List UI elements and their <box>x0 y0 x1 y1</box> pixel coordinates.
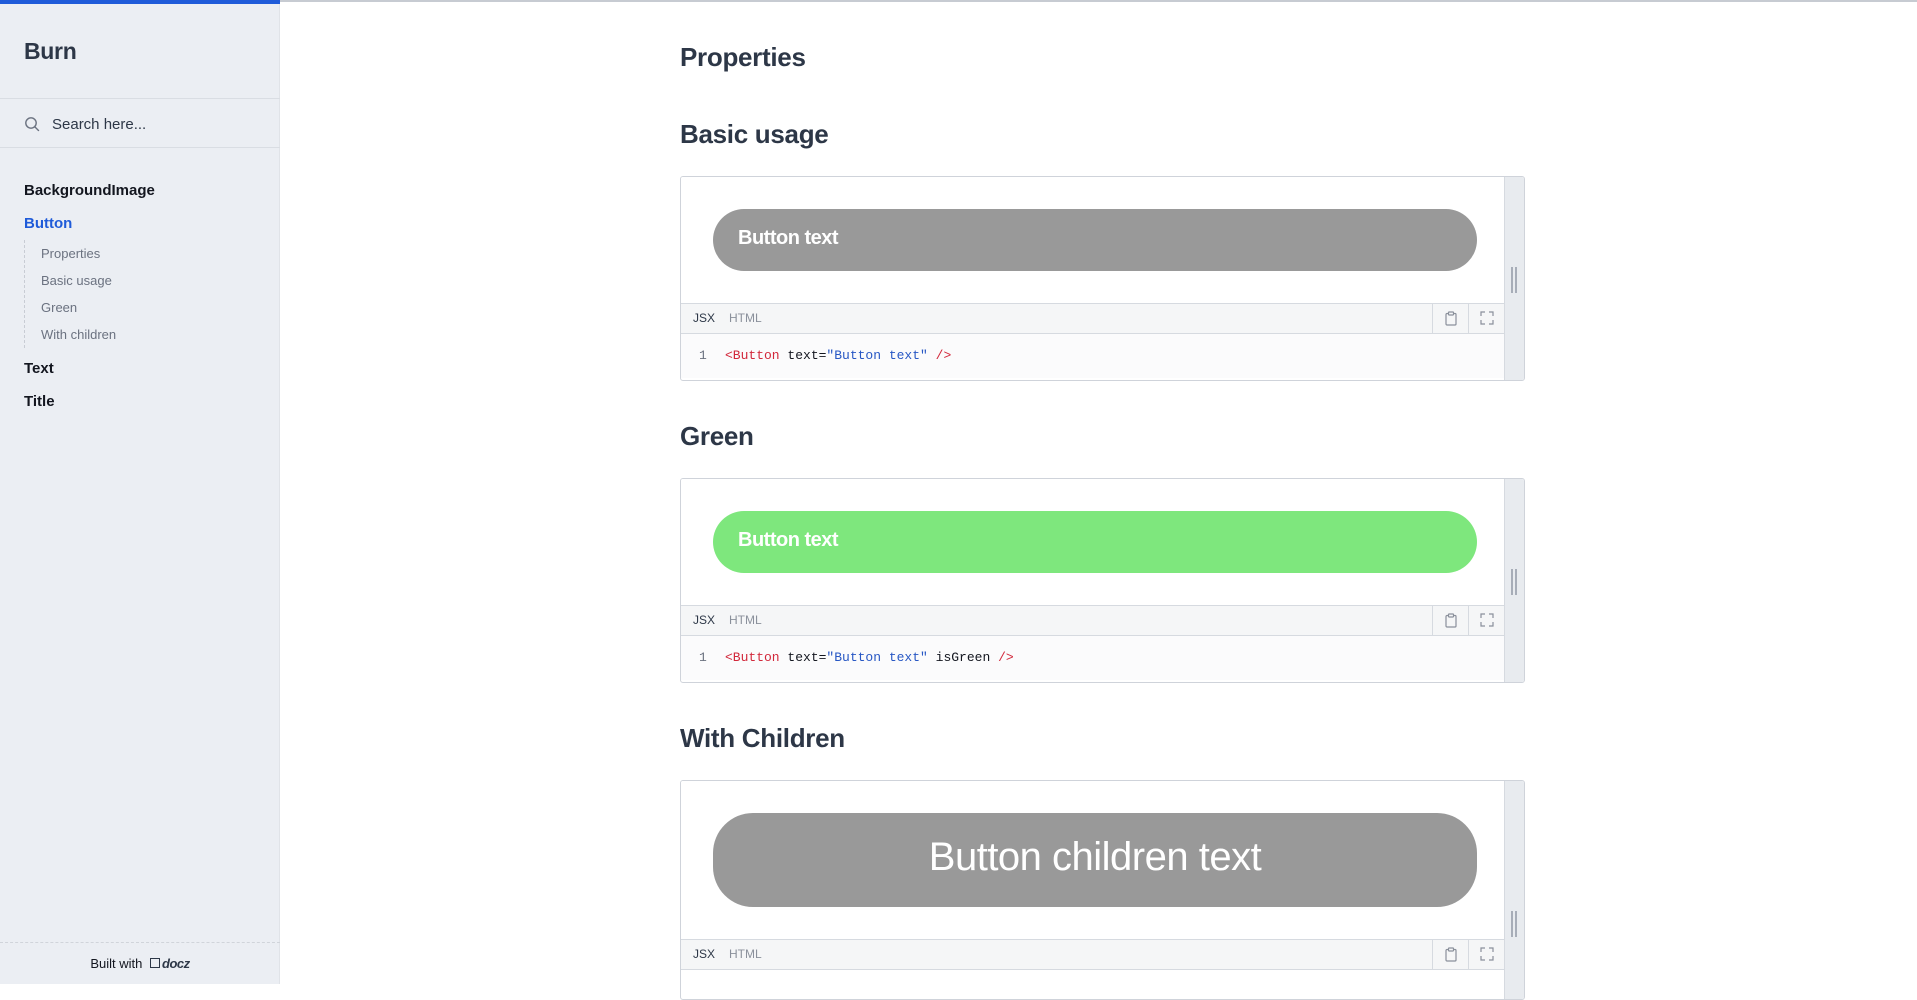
sidebar-footer: Built with docz <box>0 942 280 984</box>
sidebar-subitem-green[interactable]: Green <box>41 294 264 321</box>
copy-button[interactable] <box>1432 940 1468 969</box>
docz-logo-text: docz <box>162 956 190 971</box>
docz-logo-icon <box>150 958 161 968</box>
copy-button[interactable] <box>1432 304 1468 333</box>
tab-html[interactable]: HTML <box>729 311 762 325</box>
fullscreen-icon <box>1480 311 1494 325</box>
preview-area: Button children text <box>681 781 1504 939</box>
sidebar: Burn BackgroundImage Button Properties B… <box>0 4 280 984</box>
clipboard-icon <box>1445 311 1457 326</box>
page-title: Properties <box>680 42 806 72</box>
fullscreen-icon <box>1480 947 1494 961</box>
resize-handle[interactable] <box>1504 177 1524 380</box>
sidebar-subnav-button: Properties Basic usage Green With childr… <box>24 240 264 348</box>
code-token-close: /> <box>935 348 952 363</box>
section-heading-with-children: With Children <box>680 723 845 753</box>
sidebar-subitem-basic-usage[interactable]: Basic usage <box>41 267 264 294</box>
code-block: 1 <Button text="Button text" isGreen /> <box>681 636 1504 680</box>
playground-green: Button text JSX HTML 1 <Button text="But… <box>680 478 1525 683</box>
playground-with-children: Button children text JSX HTML <box>680 780 1525 1000</box>
sidebar-item-button[interactable]: Button <box>24 207 264 240</box>
resize-handle[interactable] <box>1504 781 1524 999</box>
sidebar-item-text[interactable]: Text <box>24 352 264 385</box>
tab-html[interactable]: HTML <box>729 947 762 961</box>
sidebar-subitem-with-children[interactable]: With children <box>41 321 264 348</box>
copy-button[interactable] <box>1432 606 1468 635</box>
code-token-string: "Button text" <box>826 650 928 665</box>
demo-button-grey[interactable]: Button text <box>713 209 1477 271</box>
docz-logo-link[interactable]: docz <box>150 943 190 985</box>
clipboard-icon <box>1445 613 1457 628</box>
code-line: <Button text="Button text" isGreen /> <box>725 636 1014 680</box>
grip-icon <box>1511 267 1518 293</box>
code-token-extra: isGreen <box>927 650 999 665</box>
section-heading-basic-usage: Basic usage <box>680 119 829 149</box>
code-tabbar: JSX HTML <box>681 939 1504 970</box>
code-token-tag: <Button <box>725 348 780 363</box>
code-token-attr: text= <box>779 348 827 363</box>
sidebar-nav: BackgroundImage Button Properties Basic … <box>24 174 264 418</box>
code-token-tag: <Button <box>725 650 780 665</box>
tab-jsx[interactable]: JSX <box>693 947 715 961</box>
preview-area: Button text <box>681 479 1504 605</box>
resize-handle[interactable] <box>1504 479 1524 682</box>
line-number: 1 <box>699 348 707 363</box>
preview-area: Button text <box>681 177 1504 303</box>
demo-button-children[interactable]: Button children text <box>713 813 1477 907</box>
fullscreen-button[interactable] <box>1468 606 1504 635</box>
code-line: <Button text="Button text" /> <box>725 334 951 378</box>
search-input[interactable] <box>52 112 262 136</box>
tab-jsx[interactable]: JSX <box>693 613 715 627</box>
grip-icon <box>1511 569 1518 595</box>
code-tabbar: JSX HTML <box>681 605 1504 636</box>
top-border <box>0 0 1917 2</box>
code-block: 1 <Button text="Button text" /> <box>681 334 1504 378</box>
code-tabbar: JSX HTML <box>681 303 1504 334</box>
search-box[interactable] <box>0 98 280 148</box>
code-token-close: /> <box>998 650 1014 665</box>
sidebar-item-backgroundimage[interactable]: BackgroundImage <box>24 174 264 207</box>
code-token-extra <box>928 348 936 363</box>
fullscreen-icon <box>1480 613 1494 627</box>
tab-jsx[interactable]: JSX <box>693 311 715 325</box>
demo-button-children-label: Button children text <box>928 835 1262 879</box>
demo-button-label: Button text <box>738 227 839 249</box>
code-token-attr: text= <box>779 650 827 665</box>
playground-basic-usage: Button text JSX HTML 1 <Button text="But… <box>680 176 1525 381</box>
code-token-string: "Button text" <box>826 348 928 363</box>
demo-button-green[interactable]: Button text <box>713 511 1477 573</box>
line-number: 1 <box>699 650 707 665</box>
sidebar-subitem-properties[interactable]: Properties <box>41 240 264 267</box>
tab-html[interactable]: HTML <box>729 613 762 627</box>
footer-built-with: Built with <box>90 956 143 971</box>
fullscreen-button[interactable] <box>1468 304 1504 333</box>
demo-button-label: Button text <box>738 529 839 551</box>
section-heading-green: Green <box>680 421 754 451</box>
brand-title[interactable]: Burn <box>24 38 77 65</box>
search-icon <box>25 117 40 132</box>
sidebar-item-title[interactable]: Title <box>24 385 264 418</box>
fullscreen-button[interactable] <box>1468 940 1504 969</box>
grip-icon <box>1511 911 1518 937</box>
clipboard-icon <box>1445 947 1457 962</box>
